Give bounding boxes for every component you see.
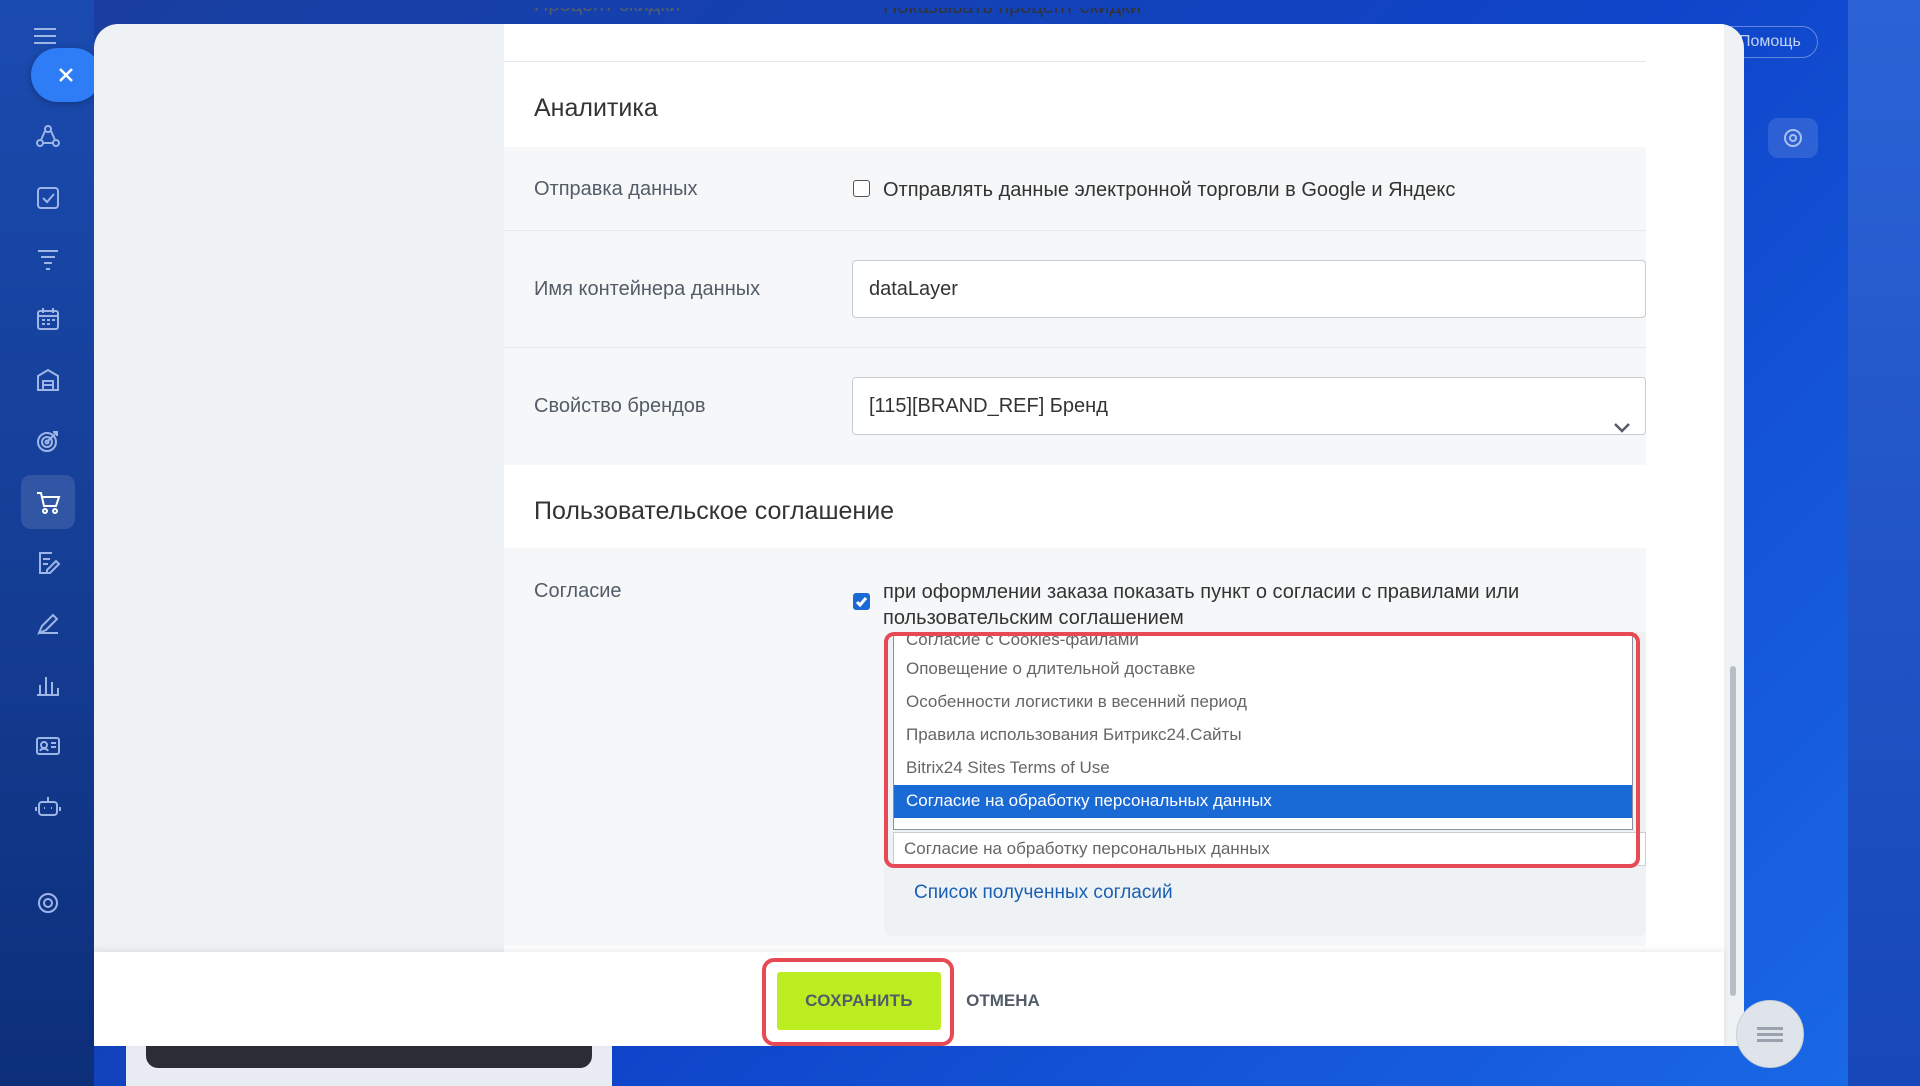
chat-button[interactable] bbox=[1736, 1000, 1804, 1068]
consent-checkbox-line1: при оформлении заказа показать пункт о с… bbox=[883, 581, 1520, 603]
contact-card-icon[interactable] bbox=[21, 719, 75, 773]
divider bbox=[504, 347, 1646, 348]
divider bbox=[504, 230, 1646, 231]
chat-icon bbox=[1757, 1024, 1783, 1045]
brand-property-select[interactable]: [115][BRAND_REF] Бренд bbox=[852, 377, 1646, 435]
brand-property-value: [115][BRAND_REF] Бренд bbox=[869, 395, 1108, 417]
tasks-icon[interactable] bbox=[21, 171, 75, 225]
right-panel bbox=[1848, 0, 1920, 1086]
document-edit-icon[interactable] bbox=[21, 536, 75, 590]
container-name-label: Имя контейнера данных bbox=[534, 278, 761, 300]
highlight-frame bbox=[762, 958, 954, 1046]
send-data-label: Отправка данных bbox=[534, 178, 698, 200]
consent-checkbox-line2: пользовательским соглашением bbox=[883, 607, 1184, 629]
consent-checkbox[interactable] bbox=[853, 593, 870, 610]
left-sidebar bbox=[0, 0, 94, 1086]
show-discount-checkbox-label: Показывать процент скидки bbox=[883, 8, 1141, 28]
crm-icon[interactable] bbox=[21, 110, 75, 164]
gear-icon[interactable] bbox=[1768, 118, 1818, 158]
menu-icon[interactable] bbox=[34, 28, 56, 49]
page-scrollbar[interactable] bbox=[1730, 666, 1736, 996]
consent-label: Согласие bbox=[534, 580, 622, 602]
target-icon[interactable] bbox=[21, 414, 75, 468]
send-data-checkbox-label: Отправлять данные электронной торговли в… bbox=[883, 179, 1456, 201]
pen-icon[interactable] bbox=[21, 597, 75, 651]
send-data-checkbox[interactable] bbox=[853, 180, 870, 197]
cancel-button[interactable]: ОТМЕНА bbox=[958, 972, 1048, 1030]
discount-percent-label: Процент скидки bbox=[534, 8, 680, 28]
received-consents-link[interactable]: Список полученных согласий bbox=[914, 882, 1173, 904]
container-name-input[interactable]: dataLayer bbox=[852, 260, 1646, 318]
settings-icon[interactable] bbox=[21, 876, 75, 930]
cart-icon[interactable] bbox=[21, 475, 75, 529]
divider bbox=[504, 61, 1646, 62]
agreement-heading: Пользовательское соглашение bbox=[534, 497, 895, 525]
preview-thumbnail bbox=[146, 1044, 592, 1068]
brand-property-label: Свойство брендов bbox=[534, 395, 706, 417]
analytics-icon[interactable] bbox=[21, 658, 75, 712]
calendar-icon[interactable] bbox=[21, 292, 75, 346]
analytics-heading: Аналитика bbox=[534, 94, 658, 122]
robot-icon[interactable] bbox=[21, 780, 75, 834]
chevron-down-icon bbox=[1613, 400, 1631, 456]
close-slider-button[interactable] bbox=[31, 48, 101, 102]
funnel-icon[interactable] bbox=[21, 232, 75, 286]
store-icon[interactable] bbox=[21, 353, 75, 407]
highlight-frame bbox=[884, 632, 1640, 868]
